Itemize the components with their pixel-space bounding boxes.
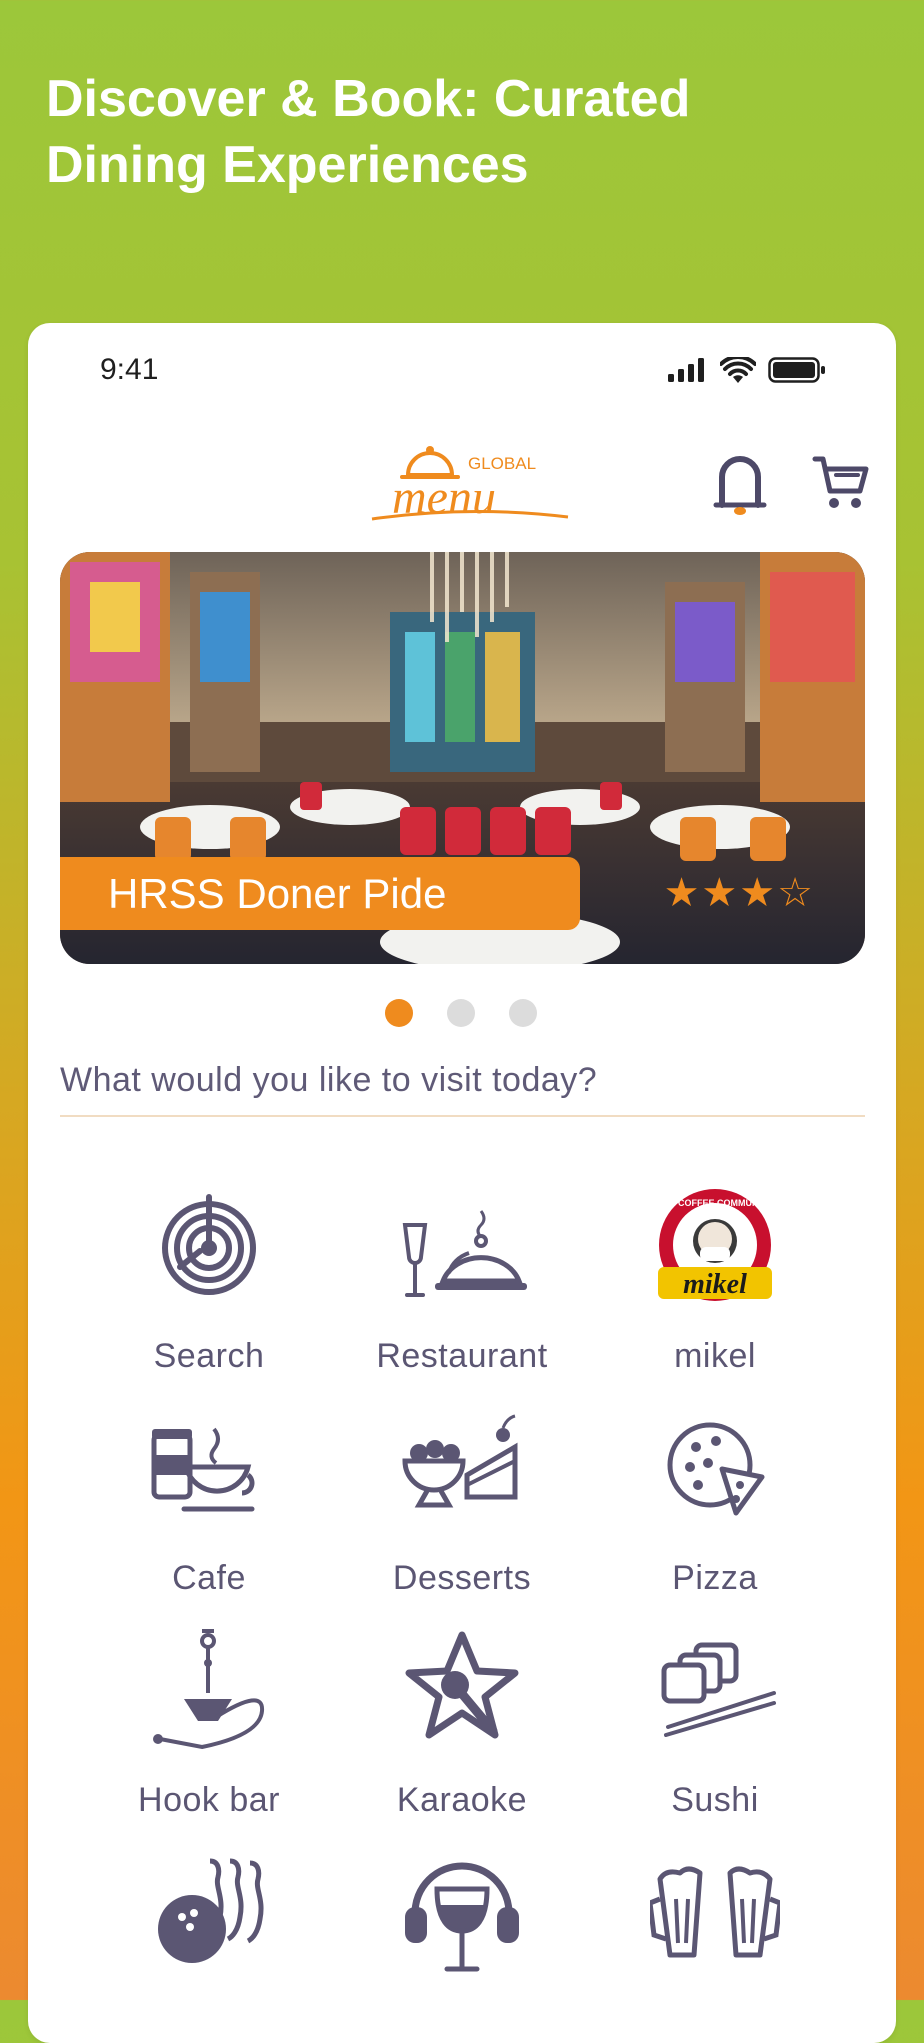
category-pizza[interactable]: Pizza [574, 1405, 856, 1598]
battery-icon [768, 357, 825, 383]
microphone-star-icon [405, 1631, 519, 1739]
featured-carousel[interactable]: HRSS Doner Pide ★★★☆ [60, 552, 865, 964]
category-pub[interactable] [574, 1849, 856, 2003]
notification-bell-icon[interactable] [712, 453, 768, 517]
phone-screen: 9:41 GLOBAL menu HRSS Doner Pide ★★★☆ Wh… [28, 323, 896, 2043]
carousel-pagination [385, 999, 537, 1027]
signal-icon [668, 358, 704, 382]
bowling-icon [158, 1858, 264, 1963]
coffee-cup-icon [151, 1427, 255, 1512]
cart-icon[interactable] [812, 453, 870, 511]
hookah-icon [153, 1629, 265, 1750]
category-label-mikel: mikel [674, 1337, 756, 1375]
visit-prompt: What would you like to visit today? [60, 1061, 598, 1099]
category-label-restaurant: Restaurant [376, 1337, 548, 1375]
category-label-hook-bar: Hook bar [138, 1781, 280, 1819]
carousel-dot-3[interactable] [509, 999, 537, 1027]
featured-restaurant-title[interactable]: HRSS Doner Pide [60, 857, 580, 930]
category-mikel[interactable]: THE COFFEE COMMUNITY mikel mikel [574, 1183, 856, 1376]
status-time: 9:41 [100, 353, 159, 386]
beer-mugs-icon [650, 1866, 780, 1958]
category-cafe[interactable]: Cafe [68, 1405, 350, 1598]
prompt-divider [60, 1115, 865, 1117]
radar-icon [162, 1194, 256, 1295]
global-menu-logo: GLOBAL menu [371, 446, 569, 523]
category-bowling[interactable] [68, 1849, 350, 2003]
dessert-icon [402, 1414, 518, 1508]
category-hook-bar[interactable]: Hook bar [68, 1627, 350, 1820]
category-desserts[interactable]: Desserts [321, 1405, 603, 1598]
page-headline: Discover & Book: Curated Dining Experien… [46, 70, 691, 194]
headphones-wine-icon [405, 1862, 519, 1972]
category-music-bar[interactable] [321, 1849, 603, 2003]
carousel-dot-2[interactable] [447, 999, 475, 1027]
category-label-pizza: Pizza [672, 1559, 758, 1597]
category-label-cafe: Cafe [172, 1559, 246, 1597]
category-search[interactable]: Search [68, 1183, 350, 1376]
category-label-karaoke: Karaoke [396, 1781, 528, 1819]
mikel-logo-arc-text: THE COFFEE COMMUNITY [658, 1198, 773, 1208]
category-karaoke[interactable]: Karaoke [321, 1627, 603, 1820]
sushi-icon [661, 1642, 776, 1737]
category-label-search: Search [153, 1337, 265, 1375]
category-label-sushi: Sushi [671, 1781, 759, 1819]
status-icons [668, 357, 826, 383]
carousel-dot-1[interactable] [385, 999, 413, 1027]
mikel-logo-text: mikel [683, 1269, 747, 1300]
category-label-desserts: Desserts [392, 1559, 532, 1597]
mikel-logo-icon: THE COFFEE COMMUNITY mikel [658, 1189, 773, 1301]
wifi-icon [720, 357, 756, 383]
category-restaurant[interactable]: Restaurant [321, 1183, 603, 1376]
rating-stars: ★★★☆ [663, 871, 815, 915]
cloche-icon [402, 1210, 527, 1297]
pizza-icon [667, 1422, 765, 1516]
category-sushi[interactable]: Sushi [574, 1627, 856, 1820]
